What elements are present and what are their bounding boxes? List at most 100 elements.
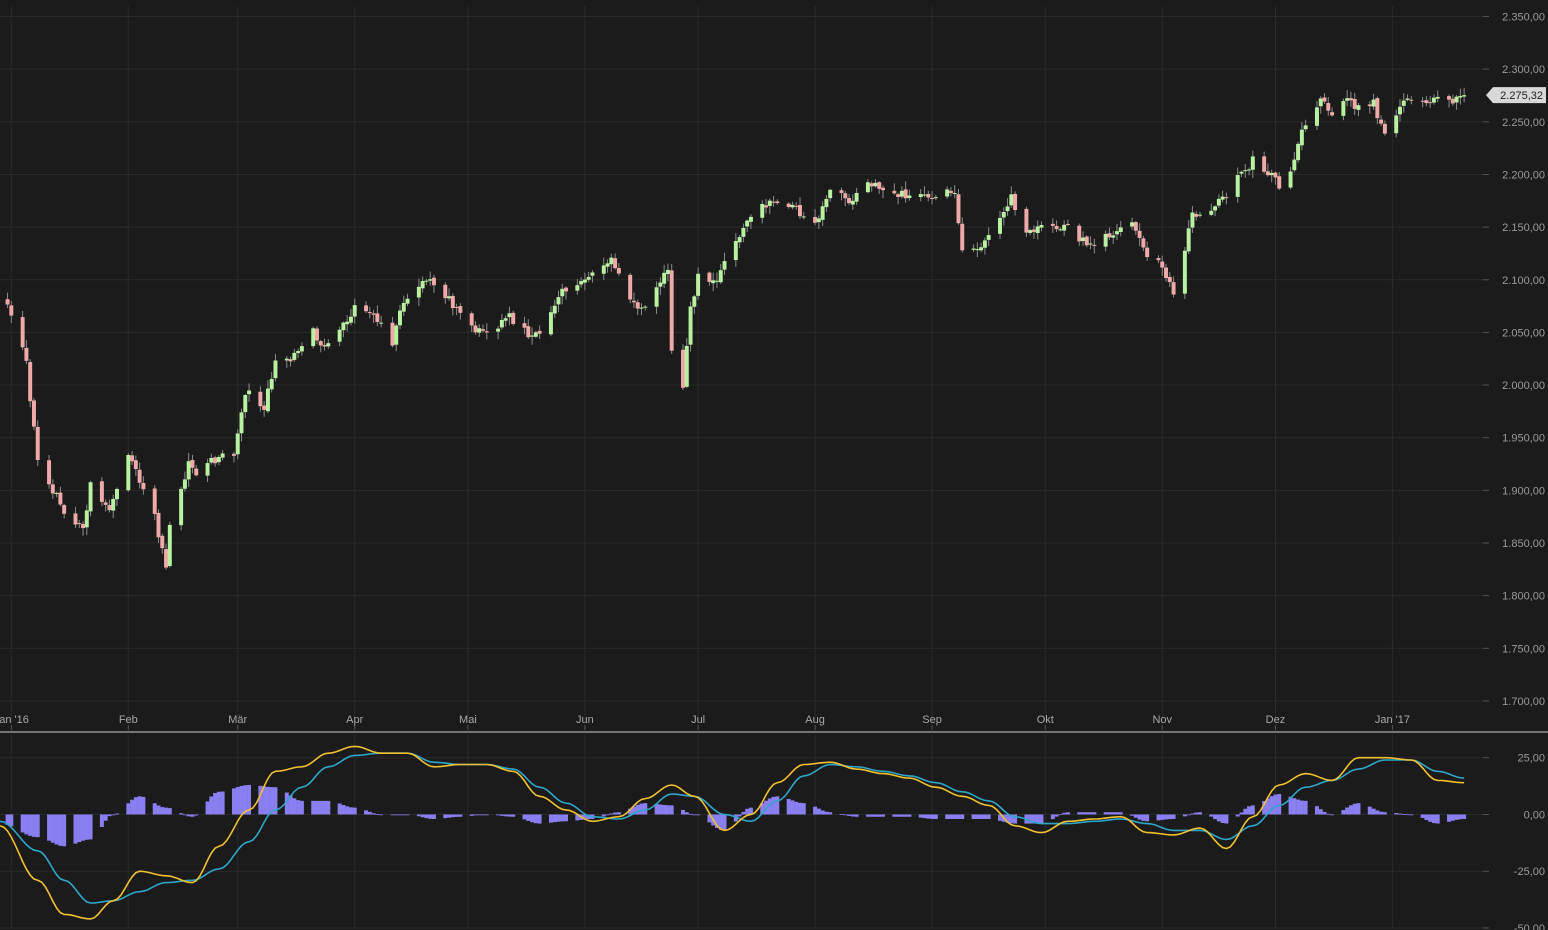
candle-body-down bbox=[1447, 96, 1452, 100]
macd-histogram-bar bbox=[1462, 814, 1467, 820]
candle-body-down bbox=[1277, 176, 1282, 189]
time-tick-label: Dez bbox=[1266, 714, 1286, 726]
candle-body-down bbox=[1013, 193, 1018, 211]
last-price-label: 2.275,32 bbox=[1500, 90, 1543, 102]
macd-histogram-bar bbox=[560, 814, 565, 822]
candle-body-down bbox=[322, 344, 327, 347]
candle-body-up bbox=[186, 461, 191, 480]
candle-body-up bbox=[1103, 233, 1108, 247]
candle-body-up bbox=[820, 206, 825, 220]
candle-body-down bbox=[511, 312, 516, 324]
time-tick-label: Mär bbox=[228, 714, 247, 726]
candle-body-down bbox=[1167, 276, 1172, 283]
candle-body-down bbox=[1107, 233, 1112, 238]
candle-body-up bbox=[556, 297, 561, 305]
macd-histogram-bar bbox=[948, 814, 953, 820]
candle-body-up bbox=[824, 198, 829, 208]
macd-histogram-bar bbox=[1167, 814, 1172, 820]
candle-body-up bbox=[582, 279, 587, 283]
macd-histogram-bar bbox=[511, 814, 516, 817]
candle-body-up bbox=[979, 247, 984, 251]
indicator-tick-label: -25,00 bbox=[1514, 866, 1545, 878]
candle-body-up bbox=[714, 280, 719, 282]
candle-body-up bbox=[1081, 237, 1085, 242]
candle-body-down bbox=[73, 513, 78, 525]
candle-body-up bbox=[533, 332, 538, 337]
candle-body-down bbox=[47, 460, 52, 485]
macd-histogram-bar bbox=[322, 800, 327, 815]
price-tick-label: 2.100,00 bbox=[1502, 275, 1545, 287]
price-tick-label: 2.050,00 bbox=[1502, 327, 1545, 339]
candle-body-up bbox=[265, 388, 270, 412]
candle-body-up bbox=[477, 328, 482, 333]
macd-histogram-bar bbox=[1088, 812, 1093, 815]
candle-body-down bbox=[798, 204, 802, 217]
candle-body-down bbox=[454, 306, 459, 308]
macd-histogram-bar bbox=[903, 814, 908, 817]
candle-body-down bbox=[1326, 103, 1331, 111]
price-tick-label: 2.350,00 bbox=[1502, 12, 1545, 24]
candle-body-up bbox=[337, 329, 342, 342]
macd-histogram-bar bbox=[669, 805, 674, 815]
macd-histogram-bar bbox=[447, 814, 452, 818]
macd-histogram-bar bbox=[1209, 814, 1214, 817]
indicator-tick-label: 25,00 bbox=[1517, 753, 1545, 765]
macd-histogram-bar bbox=[292, 798, 297, 815]
candle-body-up bbox=[54, 492, 59, 494]
macd-histogram-bar bbox=[88, 814, 93, 840]
candle-body-down bbox=[930, 198, 935, 200]
candle-body-down bbox=[903, 189, 908, 199]
macd-histogram-bar bbox=[662, 804, 667, 815]
candle-body-down bbox=[1352, 98, 1357, 109]
candle-body-down bbox=[152, 488, 157, 514]
candle-body-down bbox=[9, 305, 14, 316]
macd-histogram-bar bbox=[186, 814, 191, 817]
macd-histogram-bar bbox=[881, 814, 885, 817]
candle-body-up bbox=[590, 272, 595, 276]
candle-body-up bbox=[609, 257, 614, 265]
candle-body-up bbox=[854, 192, 859, 202]
candle-body-down bbox=[613, 258, 618, 269]
candle-body-up bbox=[209, 457, 214, 463]
macd-histogram-bar bbox=[337, 803, 342, 815]
candle-body-up bbox=[326, 343, 331, 347]
macd-histogram-bar bbox=[1039, 814, 1044, 824]
candle-body-down bbox=[960, 223, 965, 251]
macd-histogram-bar bbox=[1065, 812, 1070, 815]
macd-histogram-bar bbox=[1054, 814, 1059, 817]
candle-body-down bbox=[314, 328, 319, 341]
candle-body-down bbox=[635, 302, 640, 309]
candle-body-up bbox=[311, 328, 316, 347]
candle-body-down bbox=[1171, 282, 1176, 295]
macd-histogram-bar bbox=[1145, 814, 1150, 822]
macd-histogram-bar bbox=[341, 805, 346, 815]
candle-body-down bbox=[62, 505, 67, 514]
macd-histogram-bar bbox=[1198, 812, 1202, 815]
macd-histogram-bar bbox=[164, 807, 169, 815]
candle-body-up bbox=[586, 276, 591, 280]
candle-body-down bbox=[1450, 98, 1455, 104]
macd-histogram-bar bbox=[798, 802, 802, 815]
candle-body-down bbox=[469, 313, 474, 326]
candle-body-up bbox=[530, 335, 535, 337]
candle-body-down bbox=[948, 190, 953, 194]
macd-histogram-bar bbox=[692, 814, 697, 816]
macd-histogram-bar bbox=[401, 814, 406, 816]
macd-histogram-bar bbox=[786, 798, 791, 815]
macd-histogram-bar bbox=[1156, 814, 1161, 821]
candle-body-down bbox=[1224, 197, 1229, 199]
candle-body-down bbox=[537, 330, 542, 334]
candle-body-down bbox=[288, 359, 293, 362]
candle-body-up bbox=[379, 322, 384, 324]
macd-histogram-bar bbox=[1382, 812, 1387, 815]
candle-body-up bbox=[126, 455, 131, 491]
candle-body-up bbox=[1454, 96, 1459, 103]
macd-histogram-bar bbox=[1062, 812, 1067, 815]
macd-histogram-bar bbox=[1371, 808, 1376, 815]
macd-histogram-bar bbox=[1318, 809, 1323, 815]
macd-histogram-bar bbox=[265, 786, 270, 815]
macd-histogram-bar bbox=[556, 814, 561, 822]
macd-histogram-bar bbox=[930, 814, 935, 819]
candle-body-up bbox=[684, 345, 689, 387]
candle-body-down bbox=[473, 325, 478, 333]
